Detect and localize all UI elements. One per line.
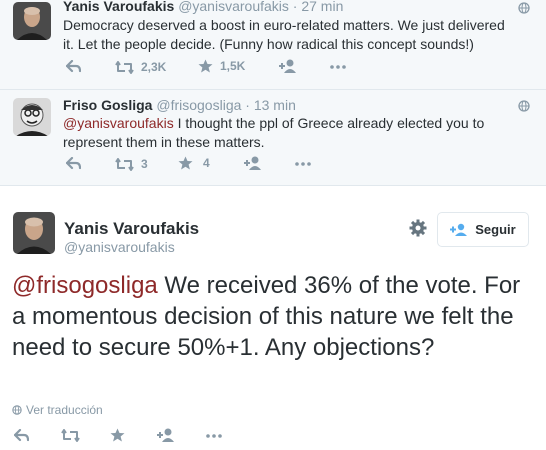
reply-icon — [66, 157, 81, 170]
globe-icon — [518, 2, 530, 14]
retweet-count: 3 — [141, 157, 148, 171]
retweet-icon — [115, 60, 134, 74]
more-icon — [330, 65, 346, 69]
more-button[interactable] — [330, 65, 346, 69]
follow-icon-button[interactable] — [244, 156, 262, 170]
author-name[interactable]: Yanis Varoufakis — [64, 219, 199, 239]
divider — [0, 89, 546, 90]
mention-link[interactable]: @frisogosliga — [12, 272, 158, 299]
author-handle[interactable]: @yanisvaroufakis — [178, 0, 289, 14]
tweet-time[interactable]: · 13 min — [245, 97, 296, 113]
star-icon — [110, 428, 125, 442]
globe-icon — [518, 100, 530, 112]
retweet-count: 2,3K — [141, 60, 167, 74]
favorite-count: 1,5K — [220, 59, 246, 73]
tweet-header: Friso Gosliga @frisogosliga · 13 min — [63, 96, 296, 115]
retweet-icon — [61, 429, 80, 442]
follow-icon-button[interactable] — [157, 428, 175, 442]
retweet-button[interactable]: 3 — [115, 157, 148, 171]
author-handle[interactable]: @yanisvaroufakis — [64, 239, 175, 255]
reply-icon — [14, 429, 29, 442]
retweet-button[interactable]: 2,3K — [115, 60, 166, 74]
add-user-icon — [244, 156, 261, 170]
follow-button[interactable]: Seguir — [437, 212, 529, 247]
more-button[interactable] — [206, 434, 222, 438]
author-handle[interactable]: @frisogosliga — [156, 97, 241, 113]
add-user-icon — [450, 223, 468, 236]
main-tweet-text: @frisogosliga We received 36% of the vot… — [12, 270, 537, 363]
favorite-button[interactable]: 1,5K — [198, 59, 245, 73]
add-user-icon — [157, 428, 174, 442]
reply-button[interactable] — [66, 157, 81, 170]
add-user-icon — [279, 59, 296, 73]
avatar[interactable] — [13, 98, 51, 136]
tweet-text: Democracy deserved a boost in euro-relat… — [63, 17, 505, 52]
divider — [0, 185, 546, 186]
avatar[interactable] — [13, 2, 51, 40]
star-icon — [198, 59, 213, 73]
follow-icon-button[interactable] — [279, 59, 297, 73]
more-icon — [295, 162, 311, 166]
avatar[interactable] — [13, 212, 55, 254]
tweet-text: @yanisvaroufakis I thought the ppl of Gr… — [63, 114, 523, 152]
tweet-time[interactable]: · 27 min — [293, 0, 344, 14]
translate-link[interactable]: Ver traducción — [12, 403, 103, 417]
retweet-button[interactable] — [61, 429, 80, 442]
reply-button[interactable] — [14, 429, 29, 442]
retweet-icon — [115, 157, 134, 171]
author-name[interactable]: Yanis Varoufakis — [63, 0, 174, 14]
gear-icon[interactable] — [409, 219, 427, 237]
author-name[interactable]: Friso Gosliga — [63, 97, 152, 113]
favorite-count: 4 — [203, 156, 210, 170]
favorite-button[interactable] — [110, 428, 125, 442]
tweet-header: Yanis Varoufakis @yanisvaroufakis · 27 m… — [63, 0, 343, 16]
favorite-button[interactable]: 4 — [178, 156, 210, 170]
translate-label: Ver traducción — [26, 403, 103, 417]
follow-button-label: Seguir — [475, 222, 516, 237]
star-icon — [178, 156, 193, 170]
more-button[interactable] — [295, 162, 311, 166]
mention-link[interactable]: @yanisvaroufakis — [63, 115, 174, 131]
globe-icon — [12, 405, 22, 415]
more-icon — [206, 434, 222, 438]
reply-button[interactable] — [66, 60, 81, 73]
